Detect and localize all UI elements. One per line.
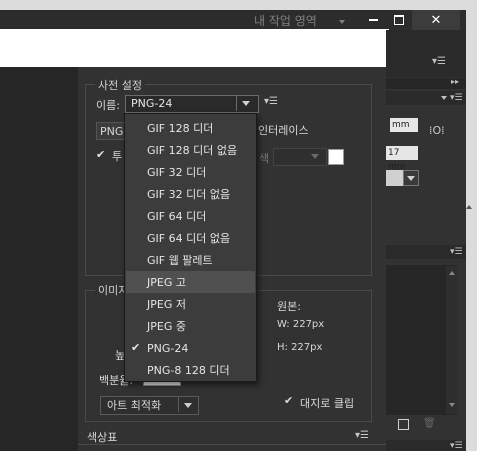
menu-item-label: JPEG 중 bbox=[147, 320, 186, 333]
menu-item[interactable]: GIF 32 디더 없음 bbox=[126, 183, 255, 205]
menu-item-label: GIF 32 디더 bbox=[147, 166, 207, 179]
transparency-label: 투 bbox=[112, 150, 123, 163]
panel-menu-icon[interactable]: ▾☰ bbox=[264, 96, 278, 107]
unit-field[interactable]: 17 mm bbox=[386, 146, 418, 172]
preset-name-value: PNG-24 bbox=[131, 97, 173, 110]
maximize-icon bbox=[394, 15, 404, 25]
menu-item[interactable]: GIF 웹 팔레트 bbox=[126, 249, 255, 271]
right-panel-header bbox=[386, 30, 466, 77]
menu-item-label: GIF 웹 팔레트 bbox=[147, 254, 213, 267]
color-table-title: 색상표 bbox=[87, 431, 118, 444]
chevron-down-icon bbox=[311, 154, 319, 159]
preset-group-title: 사전 설정 bbox=[95, 77, 145, 93]
scrollbar[interactable] bbox=[446, 266, 458, 414]
chevron-down-icon bbox=[184, 403, 192, 408]
original-width: W: 227px bbox=[277, 319, 325, 330]
matte-color-swatch[interactable] bbox=[328, 149, 344, 165]
checkbox-checked-icon[interactable]: ✔ bbox=[96, 148, 105, 161]
trash-icon[interactable]: 🗑 bbox=[423, 418, 436, 429]
select-divider bbox=[236, 96, 237, 111]
menu-item-label: GIF 64 디더 bbox=[147, 210, 207, 223]
name-label: 이름: bbox=[96, 99, 120, 112]
minimize-icon bbox=[368, 19, 378, 21]
align-icon[interactable]: ⁞O⁞ bbox=[429, 124, 445, 137]
chevron-down-icon[interactable] bbox=[441, 96, 447, 100]
new-item-icon[interactable] bbox=[398, 419, 409, 430]
scroll-up-icon[interactable] bbox=[449, 271, 455, 275]
menu-item-label: GIF 64 디더 없음 bbox=[147, 232, 231, 245]
chevron-down-icon bbox=[407, 176, 415, 181]
menu-item[interactable]: JPEG 고 bbox=[126, 271, 255, 293]
matte-label: 색 bbox=[259, 152, 270, 165]
workspace-switcher[interactable]: 내 작업 영역 bbox=[254, 12, 317, 29]
menu-item[interactable]: GIF 32 디더 bbox=[126, 161, 255, 183]
menu-item-label: GIF 128 디더 없음 bbox=[147, 144, 238, 157]
preset-dropdown-menu: GIF 128 디더 GIF 128 디더 없음 GIF 32 디더 GIF 32 디… bbox=[124, 113, 257, 382]
menu-item[interactable]: PNG-8 128 디더 bbox=[126, 359, 255, 381]
checkmark-icon: ✔ bbox=[131, 341, 141, 354]
interlace-label[interactable]: 인터레이스 bbox=[258, 122, 309, 138]
menu-item[interactable]: GIF 128 디더 없음 bbox=[126, 139, 255, 161]
collapse-arrows-icon[interactable]: ▸▸ bbox=[451, 77, 459, 86]
menu-item[interactable]: GIF 64 디더 bbox=[126, 205, 255, 227]
original-height: H: 227px bbox=[277, 342, 323, 353]
canvas-area bbox=[0, 29, 389, 67]
menu-item-label: JPEG 고 bbox=[147, 276, 186, 289]
panel-menu-icon[interactable]: ▾☰ bbox=[355, 430, 369, 441]
select-divider bbox=[178, 397, 179, 412]
document-background bbox=[0, 67, 78, 451]
checkbox-checked-icon[interactable]: ✔ bbox=[284, 394, 293, 407]
minimize-button[interactable] bbox=[362, 10, 384, 30]
menu-item-label: PNG-8 128 디더 bbox=[147, 364, 230, 377]
panel-menu-icon[interactable]: ▾☰ bbox=[450, 441, 463, 451]
panel-menu-icon[interactable]: ▾☰ bbox=[450, 247, 463, 257]
art-optimize-label: 아트 최적화 bbox=[107, 399, 162, 412]
menu-item-label: JPEG 저 bbox=[147, 298, 186, 311]
menu-item-label: GIF 32 디더 없음 bbox=[147, 188, 231, 201]
menu-item[interactable]: ✔ PNG-24 bbox=[126, 337, 255, 359]
menu-item[interactable]: GIF 64 디더 없음 bbox=[126, 227, 255, 249]
divider bbox=[78, 444, 386, 445]
caret-up-icon bbox=[466, 205, 472, 209]
menu-item[interactable]: JPEG 중 bbox=[126, 315, 255, 337]
chevron-down-icon[interactable] bbox=[339, 20, 345, 24]
maximize-button[interactable] bbox=[388, 10, 410, 30]
menu-item[interactable]: GIF 128 디더 bbox=[126, 117, 255, 139]
panel-menu-icon[interactable]: ▾☰ bbox=[450, 93, 463, 103]
original-label: 원본: bbox=[277, 300, 301, 313]
clip-to-artboard-label[interactable]: 대지로 클립 bbox=[300, 395, 354, 411]
menu-item-label: GIF 128 디더 bbox=[147, 122, 214, 135]
unit-field[interactable]: mm bbox=[390, 118, 418, 132]
close-icon: ✕ bbox=[430, 12, 442, 28]
menu-item-label: PNG-24 bbox=[147, 341, 189, 355]
close-button[interactable]: ✕ bbox=[412, 10, 460, 30]
menu-item[interactable]: JPEG 저 bbox=[126, 293, 255, 315]
scroll-down-icon[interactable] bbox=[449, 403, 455, 407]
chevron-down-icon[interactable] bbox=[242, 101, 250, 106]
panel-menu-icon[interactable]: ▾☰ bbox=[432, 56, 446, 67]
